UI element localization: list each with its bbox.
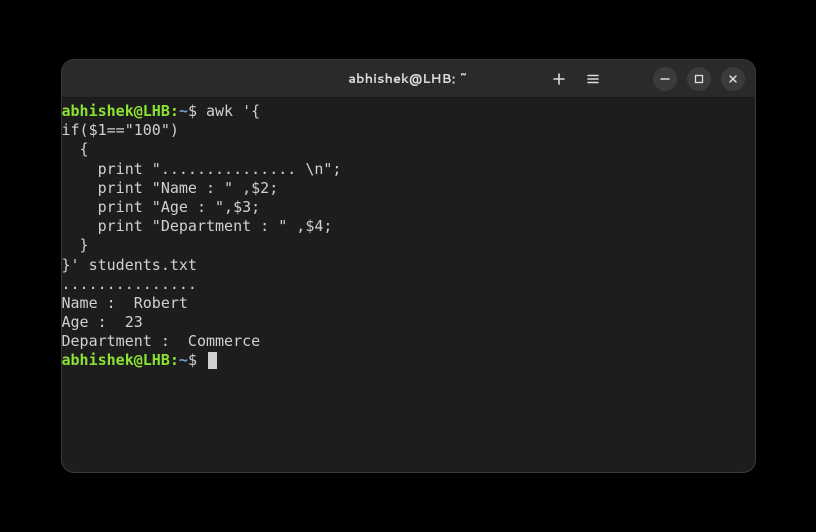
window-title: abhishek@LHB: ~ — [348, 70, 468, 88]
minimize-icon — [660, 74, 670, 84]
command-line-4: { — [62, 140, 755, 159]
output-line-2: Name : Robert — [62, 294, 755, 313]
close-icon — [728, 74, 738, 84]
hamburger-icon — [586, 72, 600, 86]
menu-button[interactable] — [581, 67, 605, 91]
command-line-9: } — [62, 236, 755, 255]
prompt-user-host: abhishek@LHB — [62, 351, 170, 369]
output-line-3: Age : 23 — [62, 313, 755, 332]
command-line-6: print "Name : " ,$2; — [62, 179, 755, 198]
prompt-sep: : — [170, 351, 179, 369]
maximize-icon — [694, 74, 704, 84]
minimize-button[interactable] — [653, 67, 677, 91]
prompt-path: ~ — [179, 102, 188, 120]
terminal-content[interactable]: abhishek@LHB:~$ awk '{if($1=="100") { pr… — [62, 98, 755, 472]
prompt-line-1: abhishek@LHB:~$ awk '{ — [62, 102, 755, 121]
command-line-7: print "Age : ",$3; — [62, 198, 755, 217]
prompt-symbol: $ — [188, 351, 197, 369]
command-line-8: print "Department : " ,$4; — [62, 217, 755, 236]
command-line-2: if($1=="100") — [62, 121, 755, 140]
command-line-5: print "............... \n"; — [62, 160, 755, 179]
prompt-sep: : — [170, 102, 179, 120]
plus-icon — [552, 72, 566, 86]
titlebar-actions-left — [547, 60, 605, 97]
prompt-user-host: abhishek@LHB — [62, 102, 170, 120]
window-controls — [653, 60, 745, 97]
cmd-part-0 — [197, 102, 206, 120]
output-line-0: ............... — [62, 275, 755, 294]
output-line-4: Department : Commerce — [62, 332, 755, 351]
new-tab-button[interactable] — [547, 67, 571, 91]
prompt-line-2: abhishek@LHB:~$ — [62, 351, 755, 370]
cursor — [208, 352, 217, 369]
maximize-button[interactable] — [687, 67, 711, 91]
command-line-11: }' students.txt — [62, 256, 755, 275]
close-button[interactable] — [721, 67, 745, 91]
prompt-symbol: $ — [188, 102, 197, 120]
titlebar: abhishek@LHB: ~ — [62, 60, 755, 98]
terminal-window: abhishek@LHB: ~ abhishek@LHB:~$ awk '{if… — [62, 60, 755, 472]
prompt-path: ~ — [179, 351, 188, 369]
command-line-0: awk '{ — [206, 102, 260, 120]
